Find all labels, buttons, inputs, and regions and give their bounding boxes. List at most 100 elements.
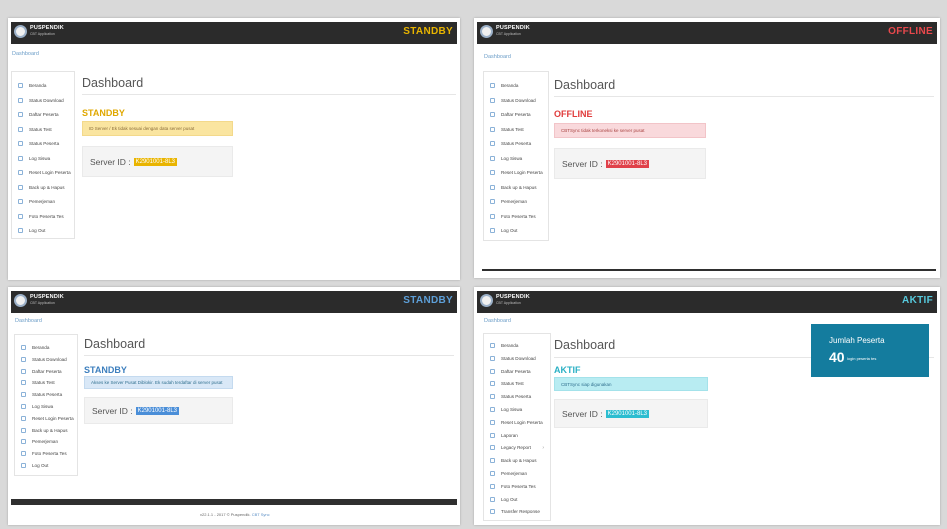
sidebar-item-beranda[interactable]: Beranda bbox=[12, 79, 74, 92]
sidebar-item-status-test[interactable]: Status Test bbox=[484, 377, 550, 390]
participant-count-value: 40 bbox=[829, 349, 845, 365]
sidebar-item-pemerjeman[interactable]: Pemerjeman bbox=[12, 195, 74, 208]
sidebar-item-beranda[interactable]: Beranda bbox=[484, 79, 548, 92]
sidebar-item-daftar-peserta[interactable]: Daftar Peserta bbox=[12, 108, 74, 121]
sidebar-item-label: Reset Login Peserta bbox=[501, 170, 543, 175]
sidebar-item-label: Status Download bbox=[501, 97, 536, 103]
sidebar-item-pemerjeman[interactable]: Pemerjeman bbox=[484, 195, 548, 208]
sidebar-item-back-up-hapus[interactable]: Back up & Hapus bbox=[484, 454, 550, 467]
breadcrumb[interactable]: Dashboard bbox=[12, 51, 39, 57]
sidebar-item-status-test[interactable]: Status Test bbox=[484, 123, 548, 136]
connection-state: STANDBY bbox=[84, 365, 127, 375]
server-id-label: Server ID : bbox=[562, 408, 603, 419]
menu-item-icon bbox=[21, 356, 26, 362]
sidebar-item-label: Beranda bbox=[29, 83, 47, 88]
sidebar-item-reset-login-peserta[interactable]: Reset Login Peserta bbox=[484, 166, 548, 179]
sidebar-item-label: Status Peserta bbox=[501, 394, 532, 400]
sidebar-item-legacy-report[interactable]: Legacy Report › bbox=[484, 441, 550, 454]
sidebar-item-beranda[interactable]: Beranda bbox=[484, 339, 550, 352]
page-title: Dashboard bbox=[84, 337, 146, 351]
sidebar-item-foto-peserta-tes[interactable]: Foto Peserta Tes bbox=[12, 210, 74, 223]
server-id-badge: K2901001-8L3 bbox=[605, 409, 649, 418]
breadcrumb[interactable]: Dashboard bbox=[484, 54, 511, 60]
header-status: OFFLINE bbox=[888, 26, 933, 37]
footer-bar bbox=[11, 499, 457, 505]
sidebar-item-label: Beranda bbox=[501, 83, 519, 88]
sidebar-item-label: Log Out bbox=[501, 496, 518, 502]
sidebar-item-log-siswa[interactable]: Log Siswa bbox=[484, 152, 548, 165]
chevron-right-icon: › bbox=[542, 444, 544, 451]
menu-item-icon bbox=[21, 427, 26, 433]
sidebar-item-reset-login-peserta[interactable]: Reset Login Peserta bbox=[484, 416, 550, 429]
menu-item-icon bbox=[490, 381, 495, 387]
sidebar-menu: Beranda Status Download Daftar Peserta Stat… bbox=[14, 334, 78, 476]
menu-item-icon bbox=[490, 458, 495, 464]
app-header: PUSPENDIK CBT Application STANDBY bbox=[11, 291, 457, 313]
sidebar-item-daftar-peserta[interactable]: Daftar Peserta bbox=[484, 108, 548, 121]
sidebar-item-back-up-hapus[interactable]: Back up & Hapus bbox=[484, 181, 548, 194]
sidebar-item-status-test[interactable]: Status Test bbox=[12, 123, 74, 136]
sidebar-item-log-out[interactable]: Log Out bbox=[12, 224, 74, 237]
connection-state: STANDBY bbox=[82, 108, 125, 118]
menu-item-icon bbox=[490, 445, 495, 451]
sidebar-item-status-peserta[interactable]: Status Peserta bbox=[484, 137, 548, 150]
menu-item-icon bbox=[21, 404, 26, 409]
menu-item-icon bbox=[490, 394, 495, 400]
sidebar-item-foto-peserta-tes[interactable]: Foto Peserta Tes bbox=[484, 480, 550, 493]
menu-item-icon bbox=[490, 170, 495, 175]
sidebar-item-status-peserta[interactable]: Status Peserta bbox=[484, 390, 550, 403]
puspendik-logo-icon bbox=[14, 294, 27, 307]
sidebar-item-transfer-response[interactable]: Transfer Response bbox=[484, 505, 550, 518]
sidebar-item-daftar-peserta[interactable]: Daftar Peserta bbox=[484, 365, 550, 378]
sidebar-item-label: Back up & Hapus bbox=[29, 184, 65, 190]
server-id-badge: K2901001-8L3 bbox=[605, 159, 649, 168]
server-id-box: Server ID : K2901001-8L3 bbox=[554, 148, 706, 179]
status-alert: CBTSync tidak terkoneksi ke server pusat bbox=[554, 123, 706, 138]
sidebar-item-label: Daftar Peserta bbox=[32, 368, 62, 374]
breadcrumb[interactable]: Dashboard bbox=[484, 318, 511, 324]
bottom-bar bbox=[482, 269, 936, 271]
sidebar-item-status-peserta[interactable]: Status Peserta bbox=[12, 137, 74, 150]
sidebar-item-label: Pemerjeman bbox=[32, 439, 59, 445]
sidebar-item-label: Reset Login Peserta bbox=[501, 419, 543, 425]
header-status: STANDBY bbox=[403, 295, 453, 306]
server-id-box: Server ID : K2901001-8L3 bbox=[554, 399, 708, 428]
sidebar-item-status-download[interactable]: Status Download bbox=[12, 94, 74, 107]
sidebar-item-log-siswa[interactable]: Log Siswa bbox=[484, 403, 550, 416]
server-id-box: Server ID : K2901001-8L3 bbox=[82, 146, 233, 177]
breadcrumb[interactable]: Dashboard bbox=[15, 318, 42, 324]
menu-item-icon bbox=[490, 228, 495, 233]
sidebar-item-label: Status Test bbox=[32, 380, 55, 386]
sidebar-menu: Beranda Status Download Daftar Peserta Stat… bbox=[11, 71, 75, 239]
sidebar-item-log-out[interactable]: Log Out bbox=[484, 493, 550, 506]
sidebar-item-status-download[interactable]: Status Download bbox=[484, 352, 550, 365]
sidebar-item-reset-login-peserta[interactable]: Reset Login Peserta bbox=[12, 166, 74, 179]
menu-item-icon bbox=[490, 407, 495, 412]
menu-item-icon bbox=[21, 380, 26, 386]
sidebar-item-label: Legacy Report bbox=[501, 445, 531, 451]
menu-item-icon bbox=[490, 199, 495, 204]
sidebar-item-label: Status Peserta bbox=[29, 141, 60, 146]
sidebar-item-log-out[interactable]: Log Out bbox=[484, 224, 548, 237]
footer-link[interactable]: CBT Sync bbox=[252, 512, 270, 517]
sidebar-item-log-out[interactable]: Log Out bbox=[15, 459, 77, 472]
footer-copyright: - 2017 © Puspendik. bbox=[214, 512, 251, 517]
sidebar-item-pemerjeman[interactable]: Pemerjeman bbox=[484, 467, 550, 480]
sidebar-item-back-up-hapus[interactable]: Back up & Hapus bbox=[12, 181, 74, 194]
sidebar-item-label: Log Out bbox=[29, 228, 46, 233]
menu-item-icon bbox=[18, 141, 23, 146]
sidebar-menu: Beranda Status Download Daftar Peserta Stat… bbox=[483, 333, 551, 521]
menu-item-icon bbox=[18, 155, 23, 161]
app-brand: PUSPENDIK bbox=[496, 25, 530, 31]
menu-item-icon bbox=[490, 355, 495, 361]
sidebar-item-status-download[interactable]: Status Download bbox=[484, 94, 548, 107]
sidebar-item-label: Daftar Peserta bbox=[29, 112, 59, 117]
sidebar-item-label: Log Out bbox=[32, 463, 49, 468]
sidebar-item-laporan[interactable]: Laporan bbox=[484, 429, 550, 442]
sidebar-item-log-siswa[interactable]: Log Siswa bbox=[12, 152, 74, 165]
menu-item-icon bbox=[490, 213, 495, 219]
sidebar-item-label: Log Out bbox=[501, 228, 518, 233]
app-brand-subtitle: CBT Application bbox=[30, 301, 55, 305]
sidebar-item-label: Foto Peserta Tes bbox=[501, 483, 536, 489]
sidebar-item-foto-peserta-tes[interactable]: Foto Peserta Tes bbox=[484, 210, 548, 223]
